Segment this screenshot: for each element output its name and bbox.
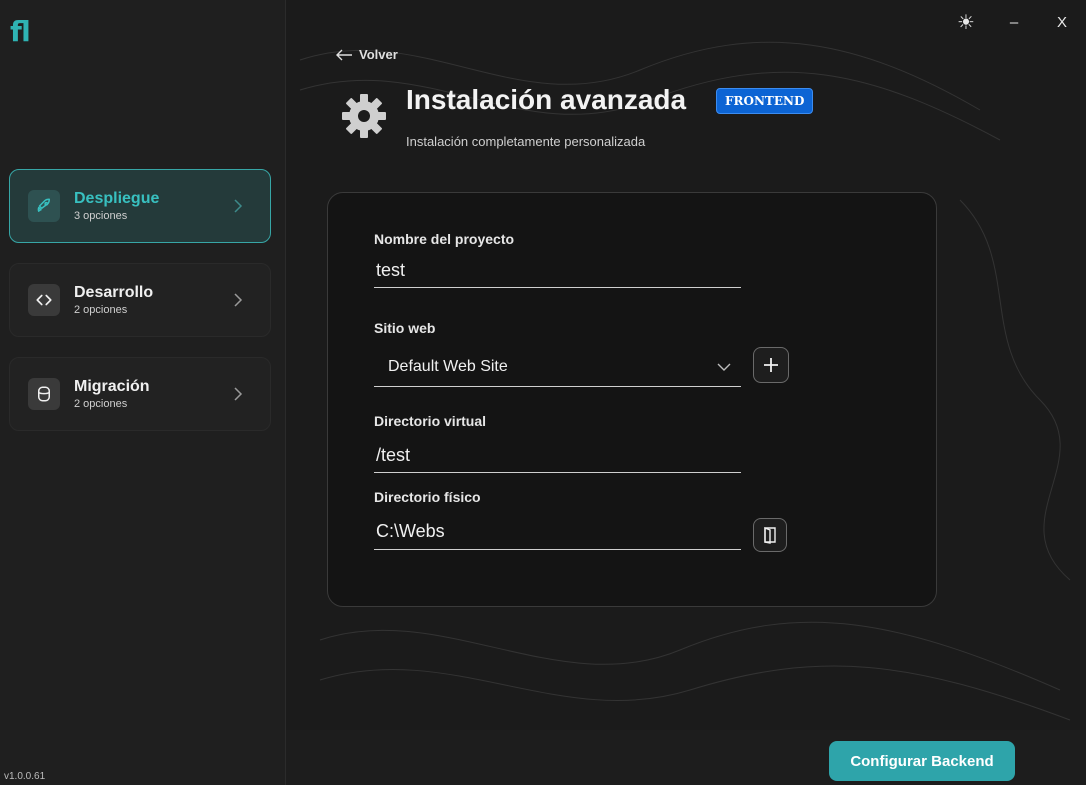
sidebar-item-subtitle: 3 opciones xyxy=(74,210,128,222)
sidebar-item-migracion[interactable]: Migración 2 opciones xyxy=(9,357,271,431)
browse-folder-button[interactable] xyxy=(753,518,787,552)
virtual-dir-label: Directorio virtual xyxy=(374,413,487,429)
app-logo: fl xyxy=(10,15,31,48)
sun-icon: ☀ xyxy=(957,11,975,34)
app-window: fl Despliegue 3 opciones Desarrollo 2 op… xyxy=(0,0,1086,785)
database-icon xyxy=(28,378,60,410)
project-name-input[interactable]: test xyxy=(374,254,741,288)
rocket-icon xyxy=(28,190,60,222)
chevron-down-icon xyxy=(717,363,731,371)
sidebar-item-desarrollo[interactable]: Desarrollo 2 opciones xyxy=(9,263,271,337)
sidebar-item-title: Despliegue xyxy=(74,190,160,207)
arrow-left-icon xyxy=(336,49,352,60)
code-icon xyxy=(28,284,60,316)
sidebar-item-title: Desarrollo xyxy=(74,284,154,301)
minimize-button[interactable]: – xyxy=(990,8,1038,36)
page-title: Instalación avanzada xyxy=(406,84,687,115)
website-label: Sitio web xyxy=(374,320,436,336)
sidebar-item-despliegue[interactable]: Despliegue 3 opciones xyxy=(9,169,271,243)
virtual-dir-input[interactable]: /test xyxy=(374,439,741,473)
add-website-button[interactable] xyxy=(753,347,789,383)
chevron-right-icon xyxy=(234,387,243,401)
chevron-right-icon xyxy=(234,199,243,213)
sidebar: fl Despliegue 3 opciones Desarrollo 2 op… xyxy=(0,0,286,785)
sidebar-item-title: Migración xyxy=(74,378,150,395)
project-name-label: Nombre del proyecto xyxy=(374,231,515,247)
theme-toggle-button[interactable]: ☀ xyxy=(942,8,990,36)
sidebar-item-subtitle: 2 opciones xyxy=(74,398,128,410)
website-select[interactable]: Default Web Site xyxy=(374,347,741,387)
frontend-badge: FRONTEND xyxy=(716,88,814,114)
configure-backend-button[interactable]: Configurar Backend xyxy=(829,741,1015,781)
window-controls: ☀ – X xyxy=(942,8,1086,36)
back-label: Volver xyxy=(359,47,398,62)
close-button[interactable]: X xyxy=(1038,8,1086,36)
plus-icon xyxy=(764,358,778,372)
back-link[interactable]: Volver xyxy=(335,47,398,62)
app-version: v1.0.0.61 xyxy=(4,771,46,782)
chevron-right-icon xyxy=(234,293,243,307)
physical-dir-input[interactable]: C:\Webs xyxy=(374,514,741,550)
gear-icon xyxy=(342,94,386,138)
website-selected-value: Default Web Site xyxy=(388,357,508,375)
physical-dir-label: Directorio físico xyxy=(374,489,481,505)
sidebar-item-subtitle: 2 opciones xyxy=(74,304,128,316)
page-subtitle: Instalación completamente personalizada xyxy=(406,134,646,149)
folder-open-icon xyxy=(764,526,776,544)
